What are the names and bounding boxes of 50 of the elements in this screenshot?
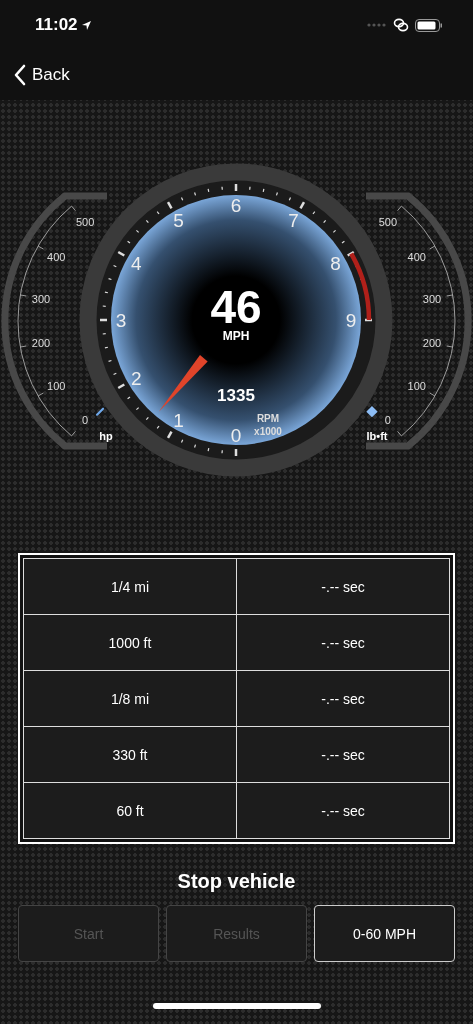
distance-cell: 1000 ft [24,615,237,671]
power-marker-icon [95,407,105,416]
diamond-marker-icon [366,406,378,418]
dial-number: 1 [173,409,184,431]
time-cell: -.-- sec [237,559,450,615]
rpm-value: 1335 [217,386,255,405]
mode-button[interactable]: 0-60 MPH [314,905,455,962]
distance-cell: 1/8 mi [24,671,237,727]
dial-number: 3 [115,310,127,331]
dial-number: 2 [131,367,142,389]
location-arrow-icon [80,19,92,31]
distance-cell: 60 ft [24,783,237,839]
dial-number: 7 [288,210,299,232]
scale-label: 400 [407,250,426,263]
dial-number: 5 [173,210,184,232]
scale-label: 0 [82,413,89,426]
scale-label: 300 [31,292,51,305]
dial-number: 0 [230,425,242,446]
rpm-unit: RPM [256,413,280,424]
dial-number: 8 [330,252,341,274]
time-cell: -.-- sec [237,727,450,783]
scale-label: 500 [75,216,95,229]
scale-label: 400 [47,250,66,263]
time-cell: -.-- sec [237,615,450,671]
scale-label: 0 [384,413,391,426]
dial-number: 9 [345,310,357,331]
scale-label: 100 [407,379,426,392]
status-message: Stop vehicle [176,870,297,893]
rpm-multiplier: x1000 [254,426,282,437]
link-icon [393,18,409,32]
distance-cell: 330 ft [24,727,237,783]
dial-number: 6 [230,195,242,216]
needle [158,355,208,412]
signal-icon [367,23,387,27]
time-cell: -.-- sec [237,783,450,839]
clock-time: 11:02 [35,15,78,35]
battery-icon [415,18,443,32]
distance-cell: 1/4 mi [24,559,237,615]
dial-number: 4 [131,252,142,274]
scale-label: 300 [422,292,442,305]
speed-unit: MPH [222,329,250,343]
unit-label: lb•ft [366,430,388,442]
scale-label: 200 [422,337,442,350]
chevron-left-icon [14,64,26,86]
time-cell: -.-- sec [237,671,450,727]
scale-label: 200 [31,337,51,350]
scale-label: 500 [378,216,398,229]
unit-label: hp [99,430,113,442]
back-button[interactable]: Back [14,64,70,86]
scale-label: 100 [47,379,66,392]
